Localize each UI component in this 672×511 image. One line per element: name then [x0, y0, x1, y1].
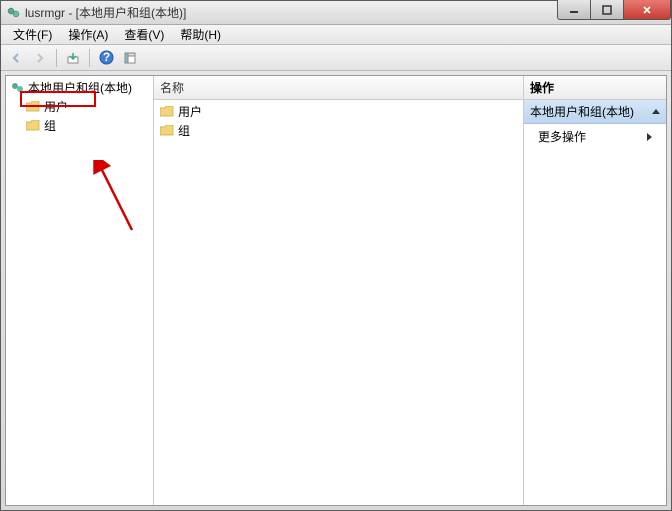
titlebar: lusrmgr - [本地用户和组(本地)] [1, 1, 671, 25]
users-groups-icon [10, 81, 24, 95]
window-controls [558, 0, 671, 20]
actions-subject-label: 本地用户和组(本地) [530, 103, 634, 120]
folder-icon [26, 101, 40, 112]
list-item-label: 组 [178, 122, 190, 139]
svg-text:?: ? [102, 50, 109, 64]
menubar: 文件(F) 操作(A) 查看(V) 帮助(H) [1, 25, 671, 45]
menu-help[interactable]: 帮助(H) [172, 24, 229, 45]
toolbar-separator [56, 49, 57, 67]
list-item-label: 用户 [178, 103, 202, 120]
tree-item-label: 用户 [44, 98, 68, 115]
folder-icon [160, 106, 174, 117]
action-label: 更多操作 [538, 128, 586, 145]
actions-header: 操作 [524, 76, 666, 100]
list-item-users[interactable]: 用户 [156, 102, 521, 121]
tree-item-label: 组 [44, 117, 56, 134]
toolbar-separator [89, 49, 90, 67]
tree-pane: 本地用户和组(本地) 用户 组 [6, 76, 154, 505]
annotation-arrow [92, 160, 142, 240]
content-area: 本地用户和组(本地) 用户 组 名称 [5, 75, 667, 506]
forward-button [29, 47, 51, 69]
column-header-name[interactable]: 名称 [154, 76, 523, 100]
tree-root-node[interactable]: 本地用户和组(本地) [8, 78, 151, 97]
maximize-button[interactable] [590, 0, 624, 20]
menu-file[interactable]: 文件(F) [5, 24, 60, 45]
menu-view[interactable]: 查看(V) [116, 24, 172, 45]
folder-icon [26, 120, 40, 131]
tree-root-label: 本地用户和组(本地) [28, 79, 132, 96]
back-button [5, 47, 27, 69]
tree-item-users[interactable]: 用户 [8, 97, 151, 116]
list-item-groups[interactable]: 组 [156, 121, 521, 140]
minimize-button[interactable] [557, 0, 591, 20]
help-button[interactable]: ? [95, 47, 117, 69]
action-more[interactable]: 更多操作 [524, 124, 666, 149]
app-icon [5, 5, 21, 21]
collapse-icon [652, 109, 660, 114]
submenu-arrow-icon [647, 133, 652, 141]
list-pane: 名称 用户 组 [154, 76, 524, 505]
export-button[interactable] [62, 47, 84, 69]
toolbar: ? [1, 45, 671, 71]
list: 用户 组 [154, 100, 523, 142]
menu-action[interactable]: 操作(A) [60, 24, 116, 45]
tree: 本地用户和组(本地) 用户 组 [6, 76, 153, 137]
actions-subject[interactable]: 本地用户和组(本地) [524, 100, 666, 124]
actions-pane: 操作 本地用户和组(本地) 更多操作 [524, 76, 666, 505]
close-button[interactable] [623, 0, 671, 20]
tree-item-groups[interactable]: 组 [8, 116, 151, 135]
app-window: lusrmgr - [本地用户和组(本地)] 文件(F) 操作(A) 查看(V)… [0, 0, 672, 511]
view-mode-button[interactable] [119, 47, 141, 69]
folder-icon [160, 125, 174, 136]
